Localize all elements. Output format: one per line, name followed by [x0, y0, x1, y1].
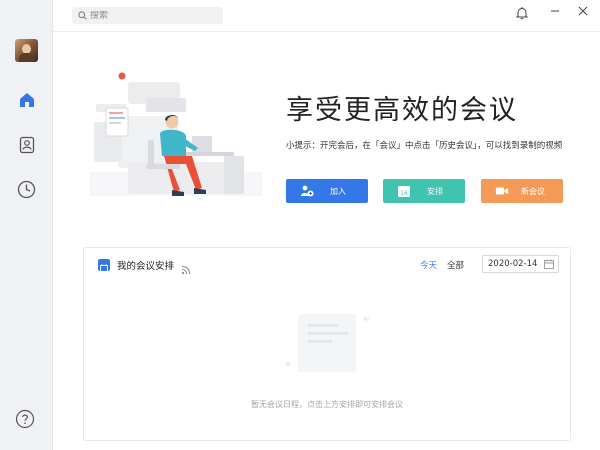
home-icon[interactable] [15, 88, 38, 111]
schedule-calendar-icon [98, 259, 110, 272]
top-bar [53, 0, 600, 32]
bell-icon[interactable] [515, 5, 529, 20]
filter-all[interactable]: 全部 [447, 259, 464, 271]
calendar-icon: 16 [398, 186, 410, 197]
join-meeting-icon [301, 185, 314, 197]
search-input[interactable] [90, 10, 210, 21]
new-meeting-button[interactable]: 新会议 [481, 179, 563, 203]
meeting-schedule-panel: 我的会议安排 今天 全部 2020-02-14 暂无会议日程，点击上方安排即可安… [83, 247, 571, 441]
date-value: 2020-02-14 [488, 259, 538, 269]
help-icon[interactable] [15, 409, 38, 432]
search-box[interactable] [72, 7, 223, 24]
svg-text:16: 16 [400, 190, 408, 197]
empty-state-illustration [280, 306, 380, 378]
avatar[interactable] [15, 39, 38, 62]
new-meeting-button-label: 新会议 [521, 186, 545, 196]
clock-icon[interactable] [15, 178, 38, 201]
search-icon [78, 11, 87, 20]
contacts-icon[interactable] [15, 133, 38, 156]
hero-title: 享受更高效的会议 [286, 95, 518, 126]
hero-illustration [88, 64, 268, 204]
join-button[interactable]: 加入 [286, 179, 368, 203]
panel-header: 我的会议安排 今天 全部 2020-02-14 [84, 248, 570, 282]
rss-icon[interactable] [181, 260, 191, 275]
join-button-label: 加入 [330, 186, 346, 196]
schedule-button-label: 安排 [427, 186, 443, 196]
hero-tip: 小提示：开完会后，在「会议」中点击「历史会议」，可以找到录制的视频 [286, 141, 563, 151]
video-camera-icon [495, 187, 509, 195]
close-icon[interactable] [576, 4, 590, 18]
panel-title: 我的会议安排 [117, 261, 175, 272]
empty-state-text: 暂无会议日程，点击上方安排即可安排会议 [251, 400, 403, 409]
date-picker-icon [544, 259, 554, 269]
filter-today[interactable]: 今天 [420, 259, 437, 271]
minimize-icon[interactable] [548, 4, 562, 18]
schedule-button[interactable]: 16 安排 [383, 179, 465, 203]
sidebar [0, 0, 53, 450]
date-picker[interactable]: 2020-02-14 [482, 255, 559, 273]
